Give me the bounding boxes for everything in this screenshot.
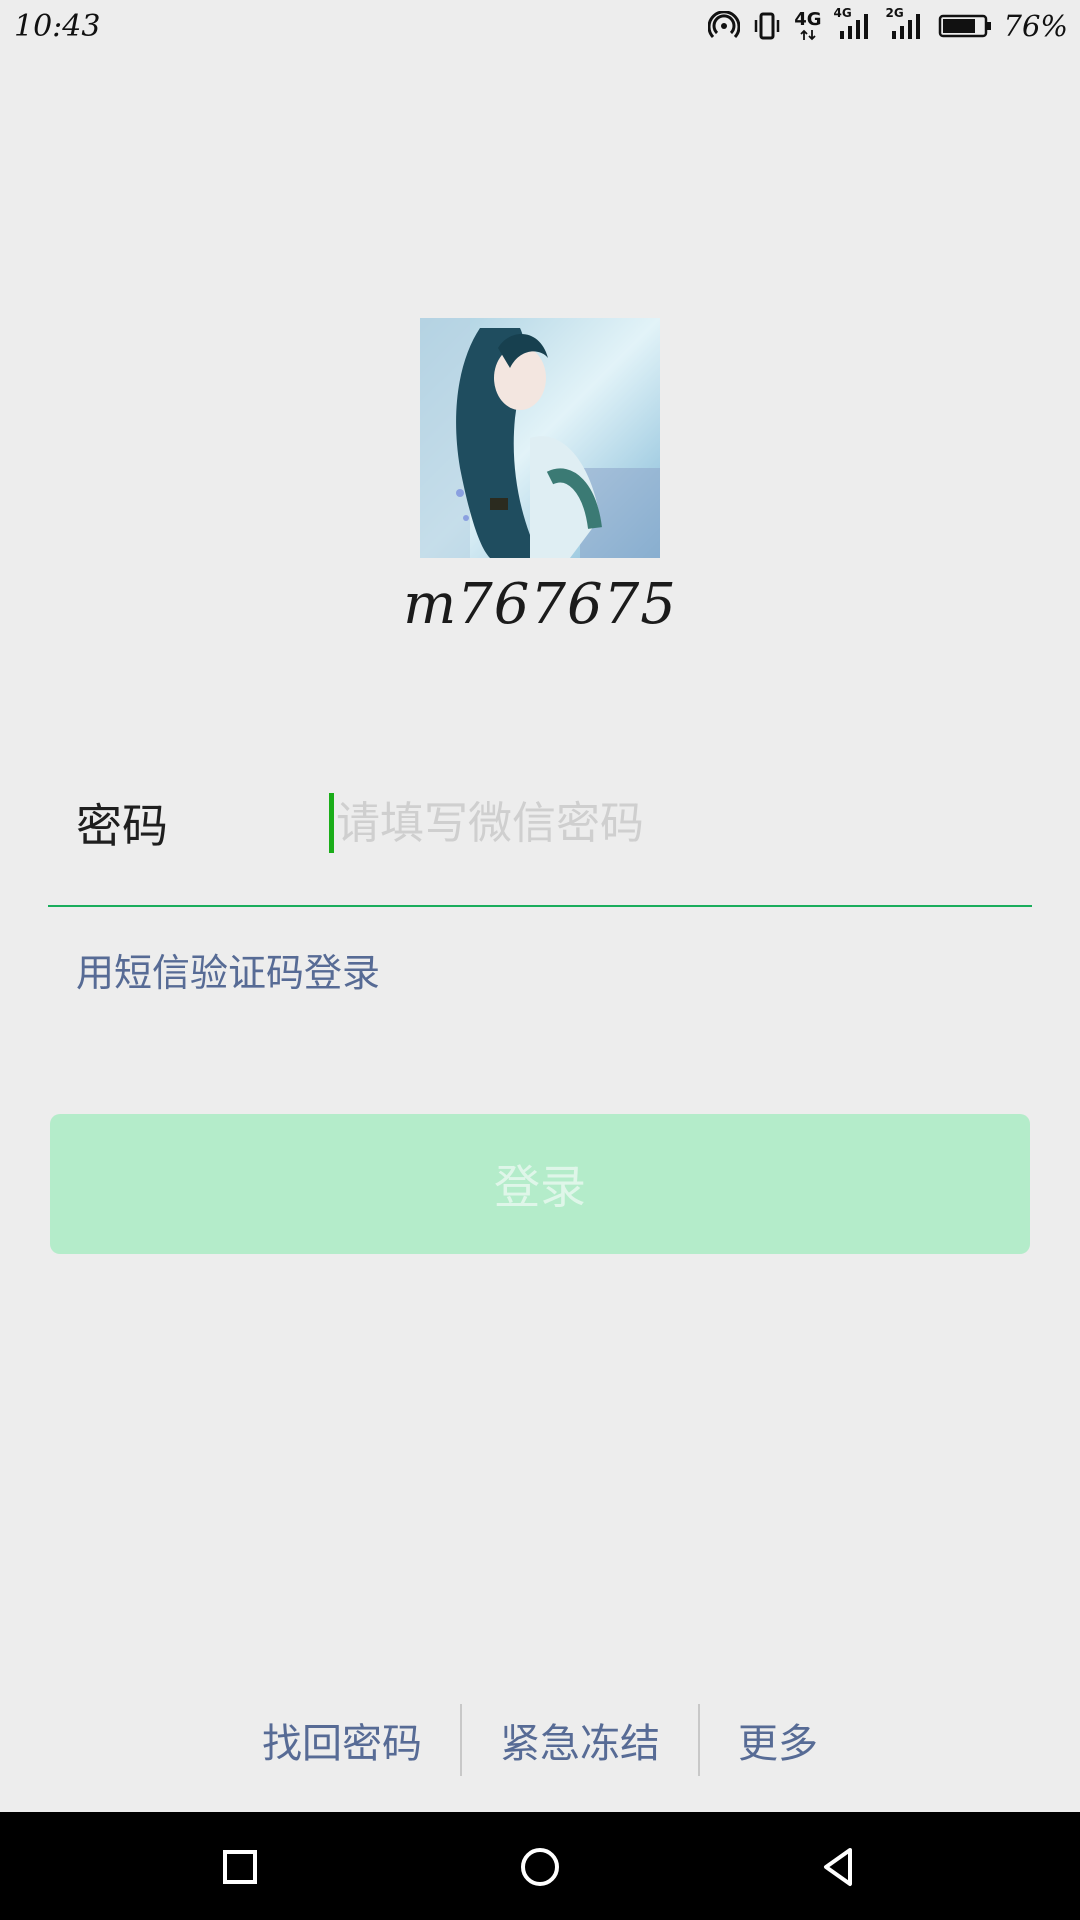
- sms-login-link[interactable]: 用短信验证码登录: [76, 942, 380, 997]
- vibrate-icon: [752, 11, 782, 41]
- password-underline: [48, 905, 1032, 907]
- home-button[interactable]: [515, 1842, 565, 1892]
- password-input[interactable]: [336, 790, 1016, 856]
- password-label: 密码: [76, 799, 168, 853]
- recents-button[interactable]: [215, 1842, 265, 1892]
- navigation-bar: [0, 1812, 1080, 1920]
- login-button[interactable]: 登录: [50, 1114, 1030, 1254]
- emergency-freeze-link[interactable]: 紧急冻结: [462, 1711, 698, 1769]
- text-cursor: [329, 793, 334, 853]
- signal-icon-sim2: 2G: [886, 7, 926, 41]
- circle-icon: [521, 1848, 559, 1886]
- footer-links: 找回密码 紧急冻结 更多: [0, 1700, 1080, 1780]
- more-link[interactable]: 更多: [700, 1711, 856, 1769]
- back-button[interactable]: [813, 1842, 863, 1892]
- hotspot-icon: [708, 11, 741, 41]
- battery-icon: [938, 13, 992, 39]
- status-bar: 10:43 4G 4G 2G 76%: [0, 0, 1080, 52]
- status-time: 10:43: [14, 8, 101, 44]
- avatar[interactable]: [420, 318, 660, 558]
- signal-icon-sim1: 4G: [834, 7, 874, 41]
- battery-percent: 76%: [1003, 9, 1068, 43]
- square-icon: [223, 1850, 257, 1884]
- network-type-icon: 4G: [794, 9, 822, 41]
- triangle-back-icon: [824, 1848, 852, 1886]
- status-icons: 4G 4G 2G 76%: [708, 7, 1068, 43]
- network-label-3: 2G: [885, 6, 904, 20]
- network-label-2: 4G: [833, 6, 852, 20]
- network-label-1: 4G: [794, 9, 822, 30]
- username: m767675: [403, 572, 677, 637]
- recover-password-link[interactable]: 找回密码: [224, 1711, 460, 1769]
